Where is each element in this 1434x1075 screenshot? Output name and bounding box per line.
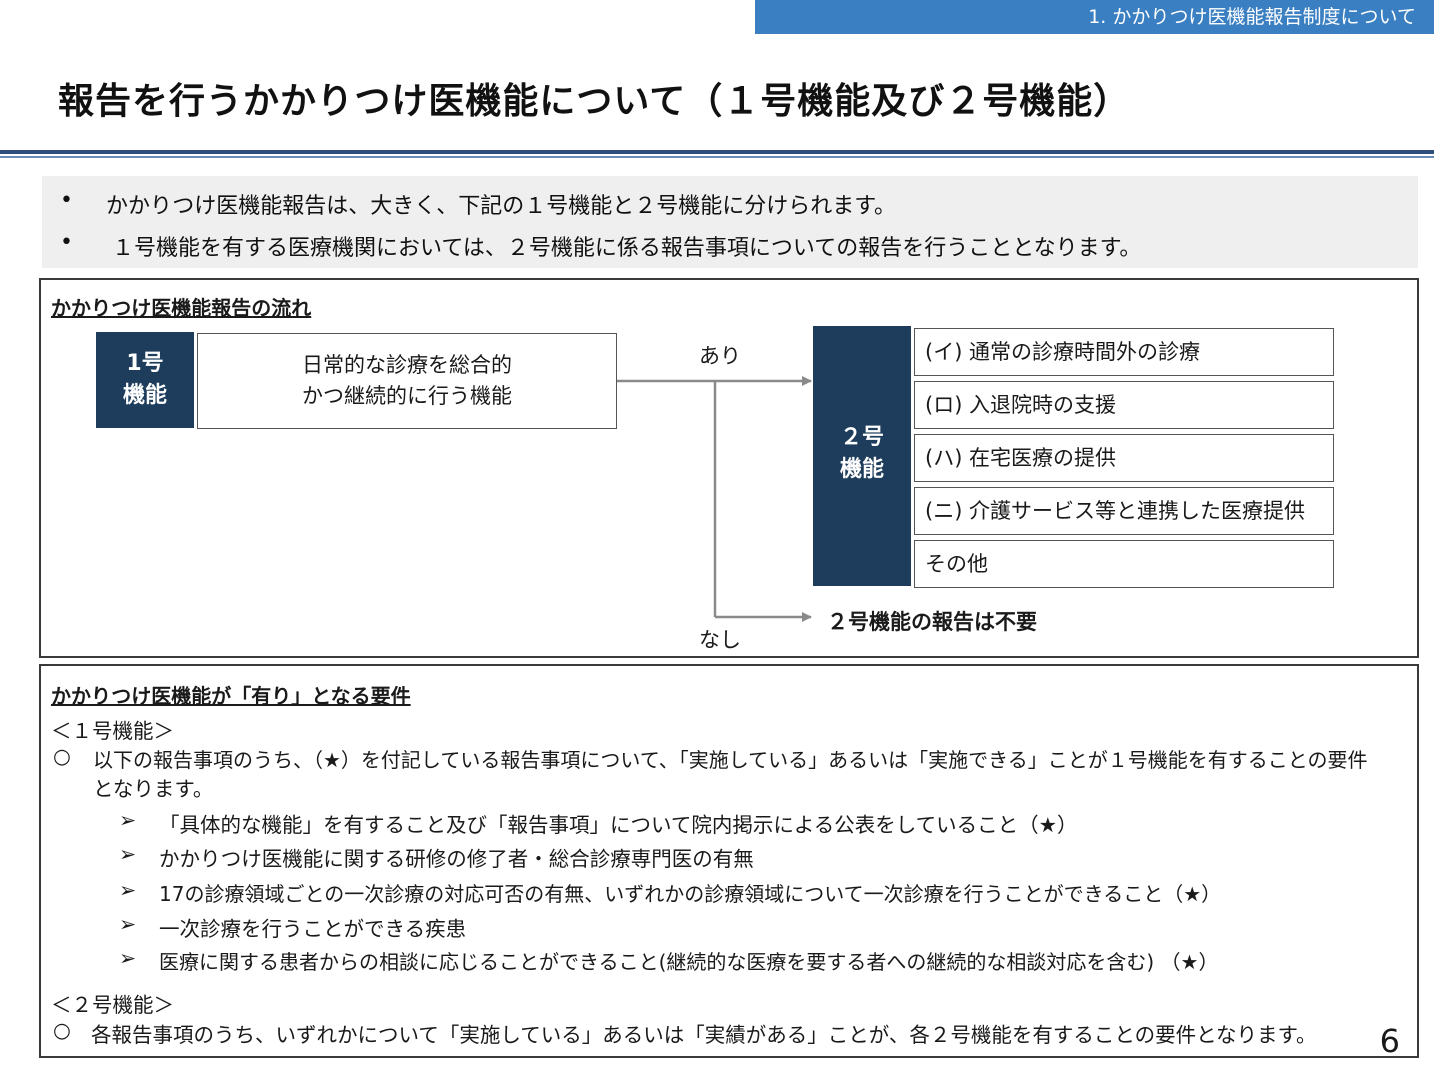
func1-intro-line1: 以下の報告事項のうち、（★）を付記している報告事項について、「実施している」ある… (93, 748, 1368, 772)
no-report-text: ２号機能の報告は不要 (827, 610, 1037, 634)
requirements-title: かかりつけ医機能が「有り」となる要件 (51, 684, 411, 708)
no-label: なし (699, 628, 741, 652)
arrow-marker: ➢ (119, 878, 137, 902)
func1-intro-line2: となります。 (93, 777, 214, 801)
func2-label-box: ２号 機能 (813, 326, 911, 586)
func2-heading: ＜２号機能＞ (51, 993, 174, 1017)
summary-bullet-text: かかりつけ医機能報告は、大きく、下記の１号機能と２号機能に分けられます。 (106, 194, 897, 219)
func1-heading: ＜１号機能＞ (51, 719, 174, 743)
func2-item: (ニ) 介護サービス等と連携した医療提供 (914, 487, 1334, 535)
section-tag: 1. かかりつけ医機能報告制度について (755, 0, 1434, 34)
title-divider (0, 150, 1434, 154)
bullet-dot: • (60, 188, 73, 213)
func2-item: その他 (914, 540, 1334, 588)
yes-label: あり (699, 344, 741, 368)
summary-bullet: • １号機能を有する医療機関においては、２号機能に係る報告事項についての報告を行… (42, 230, 1418, 261)
summary-bullet: • かかりつけ医機能報告は、大きく、下記の１号機能と２号機能に分けられます。 (42, 188, 1418, 219)
list-item-text: 医療に関する患者からの相談に応じることができること(継続的な医療を要する者への継… (159, 950, 1219, 974)
circle-marker: ○ (53, 1018, 71, 1042)
func2-item: (ハ) 在宅医療の提供 (914, 434, 1334, 482)
title-divider-thin (0, 156, 1434, 158)
arrow-marker: ➢ (119, 808, 137, 832)
func2-item: (イ) 通常の診療時間外の診療 (914, 328, 1334, 376)
requirements-panel: かかりつけ医機能が「有り」となる要件 ＜１号機能＞ ○ 以下の報告事項のうち、（… (39, 664, 1419, 1058)
summary-bullet-text: １号機能を有する医療機関においては、２号機能に係る報告事項についての報告を行うこ… (112, 236, 1142, 261)
page-title: 報告を行うかかりつけ医機能について（１号機能及び２号機能） (58, 81, 1131, 122)
list-item-text: かかりつけ医機能に関する研修の修了者・総合診療専門医の有無 (159, 847, 754, 871)
page-number: 6 (1379, 1022, 1400, 1060)
func2-item: (ロ) 入退院時の支援 (914, 381, 1334, 429)
circle-marker: ○ (53, 744, 71, 768)
bullet-dot: • (60, 230, 73, 255)
list-item-text: 一次診療を行うことができる疾患 (159, 917, 467, 941)
flow-panel: かかりつけ医機能報告の流れ 1号 機能 日常的な診療を総合的 かつ継続的に行う機… (39, 278, 1419, 658)
arrow-marker: ➢ (119, 946, 137, 970)
func2-requirement-text: 各報告事項のうち、いずれかについて「実施している」あるいは「実績がある」ことが、… (91, 1023, 1317, 1047)
list-item-text: 17の診療領域ごとの一次診療の対応可否の有無、いずれかの診療領域について一次診療… (159, 882, 1222, 906)
arrow-marker: ➢ (119, 842, 137, 866)
arrow-marker: ➢ (119, 912, 137, 936)
list-item-text: 「具体的な機能」を有すること及び「報告事項」について院内掲示による公表をしている… (159, 813, 1078, 837)
summary-panel: • かかりつけ医機能報告は、大きく、下記の１号機能と２号機能に分けられます。 •… (42, 176, 1418, 268)
